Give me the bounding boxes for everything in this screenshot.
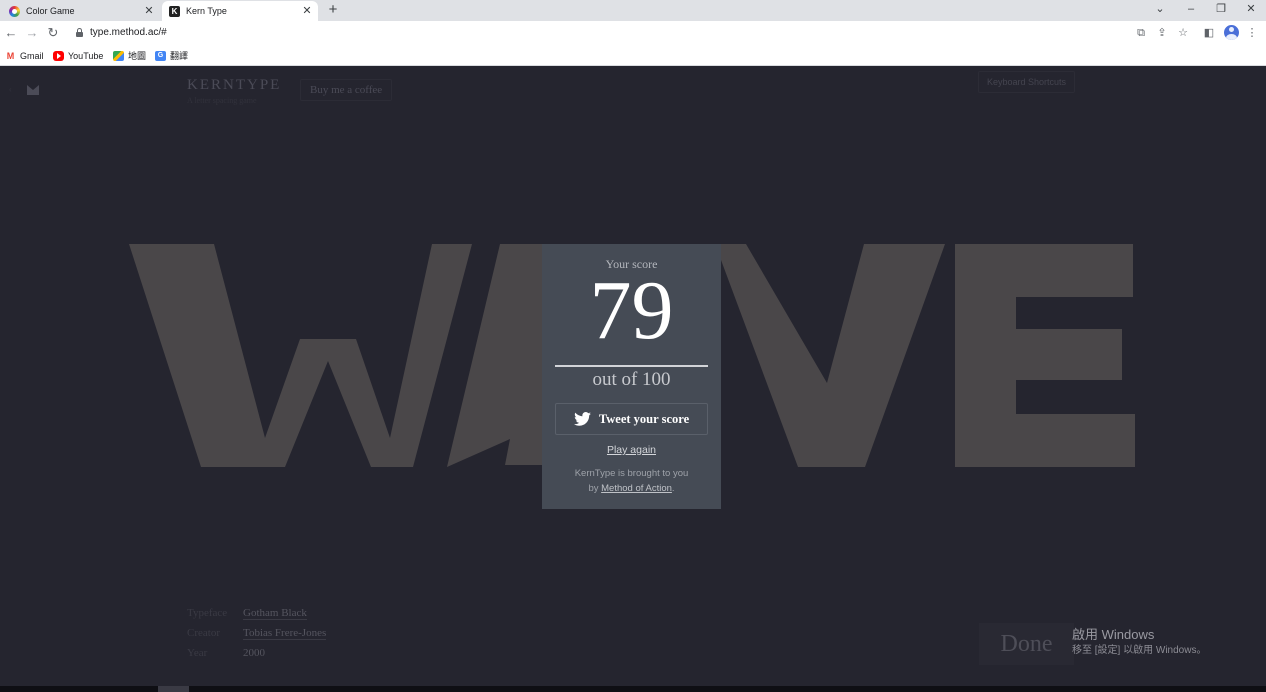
bookmark-label: 地圖 [128, 51, 147, 61]
bookmark-youtube[interactable]: YouTube [53, 48, 103, 63]
credit-line: KernType is brought to you [574, 468, 689, 479]
bookmark-translate[interactable]: G 翻譯 [155, 48, 188, 63]
score-divider [555, 365, 708, 367]
tab-color-game[interactable]: Color Game ✕ [2, 1, 160, 21]
score-value: 79 [589, 264, 674, 357]
method-of-action-link[interactable]: Method of Action [601, 483, 672, 494]
play-again-link[interactable]: Play again [542, 444, 721, 456]
done-button[interactable]: Done [979, 623, 1074, 665]
bookmark-label: 翻譯 [170, 51, 189, 61]
profile-avatar-icon[interactable] [1224, 25, 1239, 40]
forward-arrow-icon[interactable]: → [24, 25, 40, 41]
side-panel-icon[interactable]: ◧ [1202, 26, 1216, 40]
new-tab-plus-icon[interactable]: + [325, 2, 341, 18]
score-modal: Your score 79 out of 100 Tweet your scor… [542, 244, 721, 509]
taskbar [0, 686, 1266, 692]
creator-value[interactable]: Tobias Frere-Jones [243, 627, 327, 640]
address-bar[interactable]: type.method.ac/# [70, 23, 1156, 43]
tab-title: Color Game [26, 6, 75, 16]
year-label: Year [187, 647, 208, 659]
letter-e[interactable] [955, 244, 1135, 467]
reload-icon[interactable]: ↻ [45, 25, 61, 41]
window-close-icon[interactable]: ✕ [1236, 0, 1266, 20]
year-value: 2000 [243, 647, 265, 659]
activate-windows-subtitle: 移至 [設定] 以啟用 Windows。 [1072, 645, 1207, 656]
letter-w[interactable] [129, 244, 472, 467]
kerntype-page: ‹ KERNTYPE A letter spacing game Buy me … [0, 67, 1266, 686]
bookmark-label: YouTube [68, 50, 104, 61]
tab-kern-type[interactable]: K Kern Type ✕ [162, 1, 318, 21]
credit-suffix: . [671, 483, 675, 494]
youtube-icon [53, 50, 64, 61]
k-favicon: K [169, 5, 180, 17]
restore-icon[interactable]: ❐ [1206, 0, 1236, 20]
close-icon[interactable]: ✕ [142, 4, 156, 18]
bookmark-label: Gmail [20, 50, 44, 61]
menu-kebab-icon[interactable]: ⋮ [1245, 26, 1259, 40]
tab-title: Kern Type [186, 6, 227, 16]
bookmark-gmail[interactable]: M Gmail [5, 48, 44, 63]
close-icon[interactable]: ✕ [300, 4, 314, 18]
share-icon[interactable]: ⇪ [1155, 26, 1169, 40]
url-text: type.method.ac/# [90, 27, 167, 38]
typeface-value[interactable]: Gotham Black [243, 607, 307, 620]
translate-page-icon[interactable]: ⧉ [1134, 26, 1148, 40]
tab-strip: Color Game ✕ K Kern Type ✕ + ⌄ – ❐ ✕ [0, 0, 1266, 21]
bookmarks-bar: M Gmail YouTube 地圖 G 翻譯 [0, 45, 1266, 66]
credit-line-2: by Method of Action. [542, 483, 721, 494]
credit-prefix: by [588, 483, 602, 494]
score-out-of: out of 100 [592, 369, 671, 390]
maps-icon [113, 50, 124, 61]
bookmark-star-icon[interactable]: ☆ [1176, 26, 1190, 40]
letter-v[interactable] [721, 244, 945, 467]
minimize-icon[interactable]: – [1176, 0, 1206, 20]
gmail-icon: M [6, 50, 15, 61]
lock-icon [76, 28, 83, 37]
typeface-label: Typeface [187, 607, 228, 619]
color-wheel-icon [9, 5, 20, 17]
tweet-score-button[interactable]: Tweet your score [555, 403, 708, 435]
translate-icon: G [155, 50, 166, 61]
creator-label: Creator [187, 627, 220, 639]
tweet-score-label: Tweet your score [598, 411, 690, 426]
toolbar: ← → ↻ type.method.ac/# ⧉ ⇪ ☆ ◧ ⋮ [0, 21, 1266, 45]
taskbar-app[interactable] [158, 686, 189, 692]
twitter-bird-icon [573, 412, 591, 426]
bookmark-maps[interactable]: 地圖 [113, 48, 146, 63]
tab-search-chevron-icon[interactable]: ⌄ [1145, 0, 1175, 20]
back-arrow-icon[interactable]: ← [3, 25, 19, 41]
